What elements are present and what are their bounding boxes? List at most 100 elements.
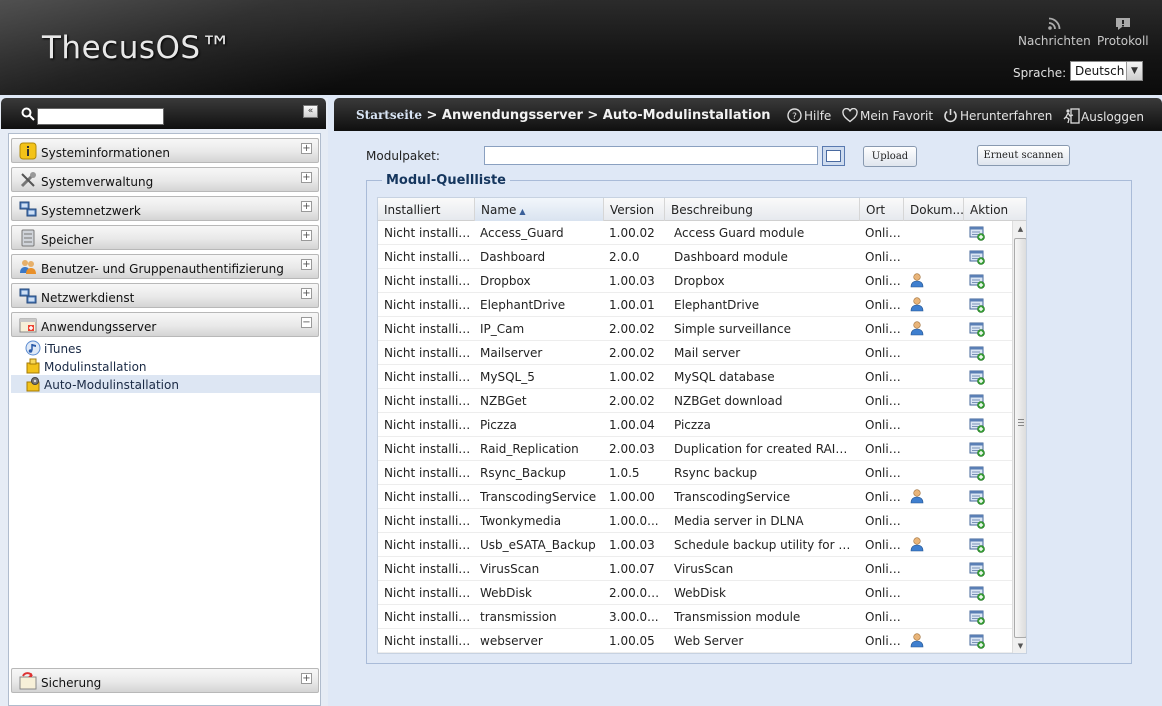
expand-icon[interactable]: + [301, 230, 312, 241]
sidebar-item-modulinstallation[interactable]: Modulinstallation [11, 357, 320, 375]
help-button[interactable]: ? Hilfe [786, 108, 831, 123]
cell-version: 1.0.5 [609, 466, 640, 480]
favorite-button[interactable]: Mein Favorit [842, 107, 933, 123]
grid-scrollbar[interactable]: ▲ ▼ [1012, 221, 1026, 653]
table-row[interactable]: Nicht installiert Raid_Replication 2.00.03… [378, 437, 1012, 461]
install-module-icon[interactable] [969, 513, 985, 529]
table-row[interactable]: Nicht installiert MySQL_5 1.00.02 MySQL dat… [378, 365, 1012, 389]
table-row[interactable]: Nicht installiert VirusScan 1.00.07 VirusSc… [378, 557, 1012, 581]
shutdown-button[interactable]: Herunterfahren [942, 108, 1052, 123]
user-documentation-icon[interactable] [909, 536, 925, 552]
table-row[interactable]: Nicht installiert Dropbox 1.00.03 Dropbox On… [378, 269, 1012, 293]
table-row[interactable]: Nicht installiert transmission 3.00.0... Tr… [378, 605, 1012, 629]
category-anwendungsserver[interactable]: Anwendungsserver − [11, 312, 319, 337]
network-service-icon [19, 287, 37, 305]
logout-label: Ausloggen [1081, 110, 1144, 124]
column-header-location[interactable]: Ort [860, 198, 904, 221]
install-module-icon[interactable] [969, 225, 985, 241]
rescan-button[interactable]: Erneut scannen [977, 145, 1070, 166]
table-row[interactable]: Nicht installiert Twonkymedia 1.00.0... Med… [378, 509, 1012, 533]
column-header-installed[interactable]: Installiert [378, 198, 475, 221]
install-module-icon[interactable] [969, 417, 985, 433]
install-module-icon[interactable] [969, 321, 985, 337]
install-module-icon[interactable] [969, 585, 985, 601]
language-select[interactable]: Deutsch ▼ [1070, 61, 1143, 81]
install-module-icon[interactable] [969, 441, 985, 457]
category-sicherung[interactable]: Sicherung + [11, 668, 319, 693]
install-module-icon[interactable] [969, 561, 985, 577]
column-header-description[interactable]: Beschreibung [665, 198, 860, 221]
scroll-up-icon[interactable]: ▲ [1013, 221, 1026, 238]
user-documentation-icon[interactable] [909, 272, 925, 288]
table-row[interactable]: Nicht installiert IP_Cam 2.00.02 Simple sur… [378, 317, 1012, 341]
expand-icon[interactable]: + [301, 259, 312, 270]
category-netzwerkdienst[interactable]: Netzwerkdienst + [11, 283, 319, 308]
sidebar-item-auto-modulinstallation[interactable]: Auto-Modulinstallation [11, 375, 320, 393]
category-systemverwaltung[interactable]: Systemverwaltung + [11, 167, 319, 192]
sidebar-item-itunes[interactable]: iTunes [11, 339, 320, 357]
messages-label: Nachrichten [1018, 34, 1091, 48]
install-module-icon[interactable] [969, 393, 985, 409]
expand-icon[interactable]: + [301, 172, 312, 183]
table-row[interactable]: Nicht installiert Access_Guard 1.00.02 Acce… [378, 221, 1012, 245]
expand-icon[interactable]: + [301, 288, 312, 299]
scroll-down-icon[interactable]: ▼ [1013, 638, 1026, 653]
table-row[interactable]: Nicht installiert NZBGet 2.00.02 NZBGet dow… [378, 389, 1012, 413]
category-systeminformationen[interactable]: Systeminformationen + [11, 138, 319, 163]
category-speicher[interactable]: Speicher + [11, 225, 319, 250]
user-documentation-icon[interactable] [909, 296, 925, 312]
install-module-icon[interactable] [969, 633, 985, 649]
install-module-icon[interactable] [969, 609, 985, 625]
collapse-sidebar-button[interactable]: « [303, 105, 318, 118]
cell-version: 2.00.03 [609, 442, 655, 456]
user-documentation-icon[interactable] [909, 632, 925, 648]
column-header-action[interactable]: Aktion [964, 198, 1026, 221]
network-icon [19, 200, 37, 218]
language-value: Deutsch [1075, 64, 1125, 78]
breadcrumb-home-link[interactable]: Startseite [356, 108, 422, 122]
install-module-icon[interactable] [969, 489, 985, 505]
install-module-icon[interactable] [969, 345, 985, 361]
expand-icon[interactable]: + [301, 201, 312, 212]
table-row[interactable]: Nicht installiert TranscodingService 1.00.… [378, 485, 1012, 509]
table-row[interactable]: Nicht installiert Mailserver 2.00.02 Mail s… [378, 341, 1012, 365]
scroll-thumb[interactable] [1014, 238, 1026, 638]
table-row[interactable]: Nicht installiert WebDisk 2.00.04.2 WebDisk… [378, 581, 1012, 605]
table-row[interactable]: Nicht installiert Dashboard 2.0.0 Dashboard… [378, 245, 1012, 269]
category-benutzer[interactable]: Benutzer- und Gruppenauthentifizierung + [11, 254, 319, 279]
collapse-icon[interactable]: − [301, 317, 312, 328]
sidebar-search-input[interactable] [37, 108, 164, 125]
column-header-documentation[interactable]: Dokum... [904, 198, 964, 221]
install-module-icon[interactable] [969, 297, 985, 313]
log-link[interactable]: Protokoll [1097, 16, 1149, 48]
browse-button[interactable] [822, 146, 845, 166]
cell-name: Usb_eSATA_Backup [480, 538, 596, 552]
upload-button[interactable]: Upload [863, 146, 917, 167]
cell-description: NZBGet download [674, 394, 783, 408]
expand-icon[interactable]: + [301, 673, 312, 684]
column-header-version[interactable]: Version [604, 198, 665, 221]
install-module-icon[interactable] [969, 369, 985, 385]
cell-version: 1.00.07 [609, 562, 655, 576]
messages-link[interactable]: Nachrichten [1018, 16, 1091, 48]
cell-description: Access Guard module [674, 226, 805, 240]
package-file-input[interactable] [484, 146, 818, 165]
table-row[interactable]: Nicht installiert Usb_eSATA_Backup 1.00.03… [378, 533, 1012, 557]
install-module-icon[interactable] [969, 465, 985, 481]
cell-name: Raid_Replication [480, 442, 579, 456]
chevron-down-icon[interactable]: ▼ [1126, 62, 1142, 80]
column-header-name[interactable]: Name ▲ [475, 198, 604, 221]
category-systemnetzwerk[interactable]: Systemnetzwerk + [11, 196, 319, 221]
cell-location: Online [865, 418, 901, 432]
expand-icon[interactable]: + [301, 143, 312, 154]
table-row[interactable]: Nicht installiert Rsync_Backup 1.0.5 Rsync … [378, 461, 1012, 485]
user-documentation-icon[interactable] [909, 320, 925, 336]
table-row[interactable]: Nicht installiert webserver 1.00.05 Web Ser… [378, 629, 1012, 653]
install-module-icon[interactable] [969, 249, 985, 265]
install-module-icon[interactable] [969, 273, 985, 289]
logout-button[interactable]: Ausloggen [1063, 108, 1144, 124]
table-row[interactable]: Nicht installiert ElephantDrive 1.00.01 Ele… [378, 293, 1012, 317]
install-module-icon[interactable] [969, 537, 985, 553]
table-row[interactable]: Nicht installiert Piczza 1.00.04 Piczza Onli… [378, 413, 1012, 437]
user-documentation-icon[interactable] [909, 488, 925, 504]
